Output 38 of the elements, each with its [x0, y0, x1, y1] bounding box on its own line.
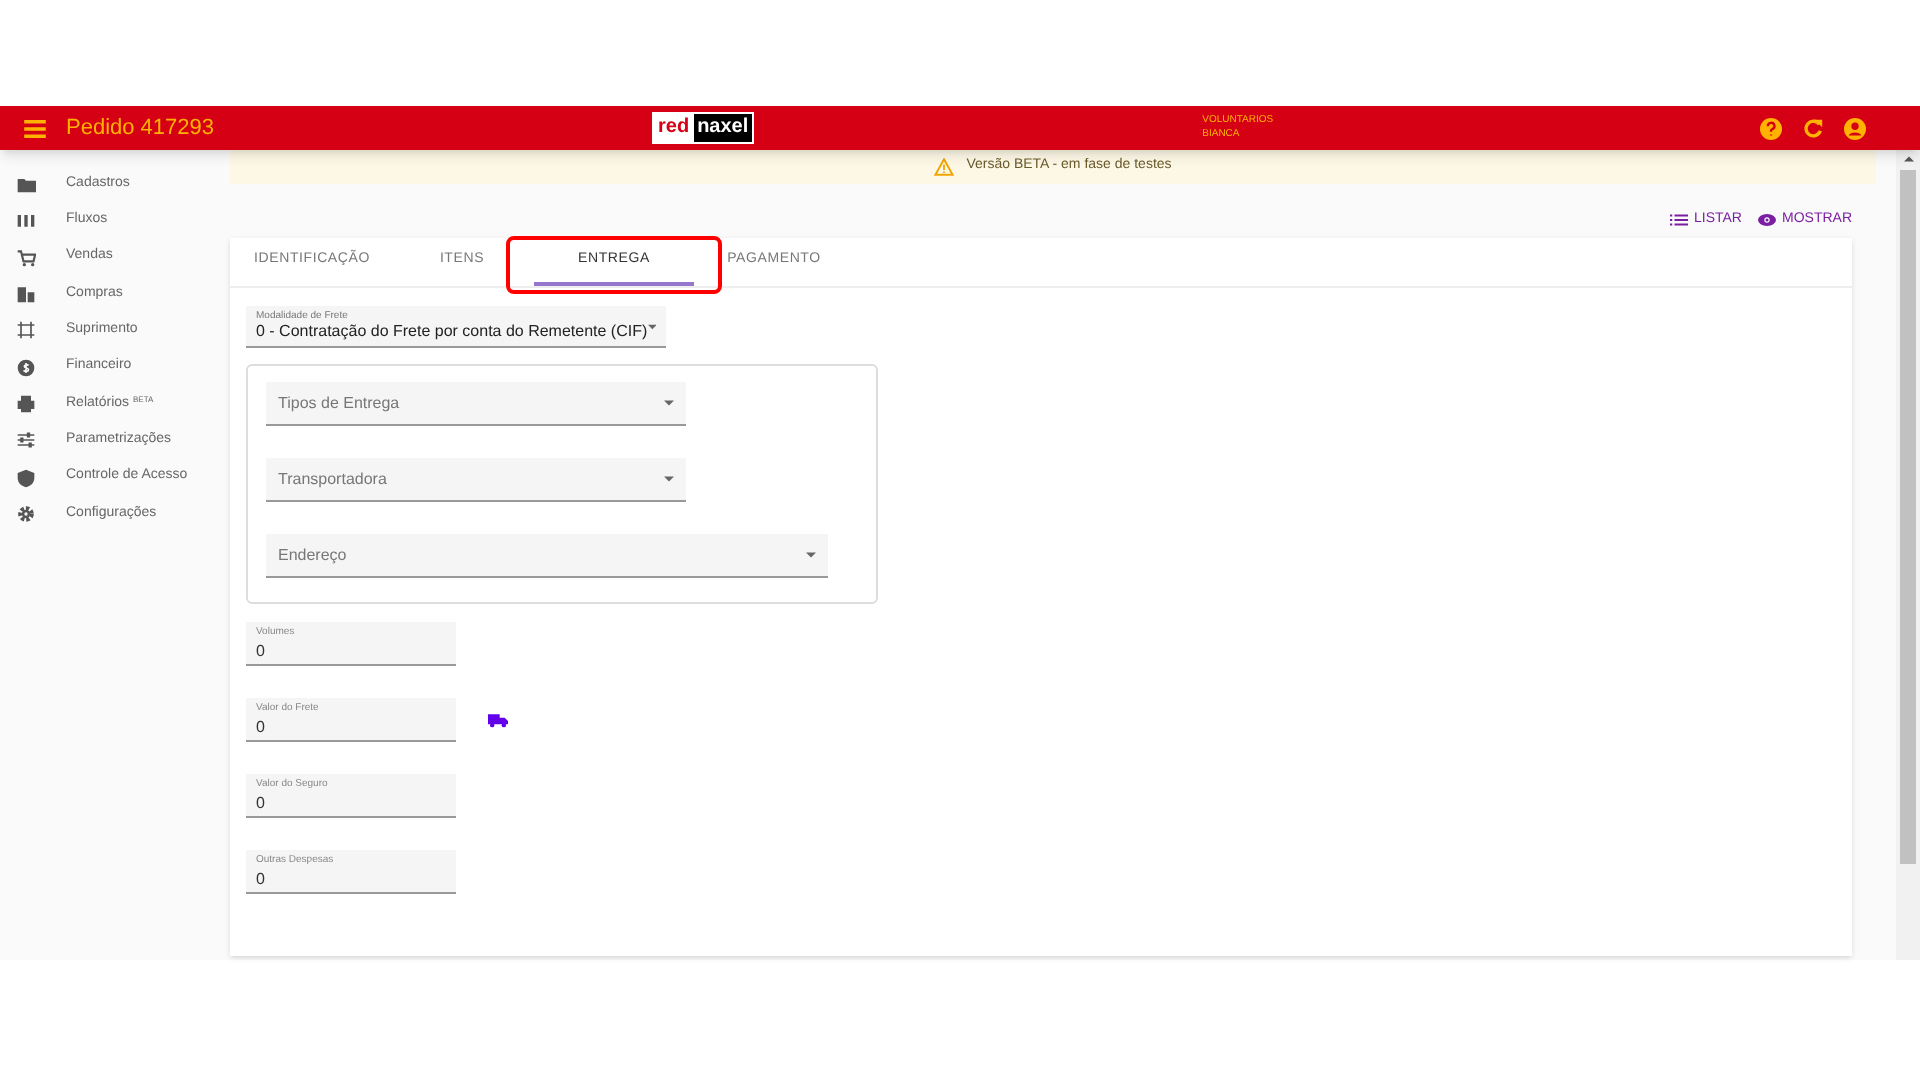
cart-icon — [16, 247, 36, 268]
field-placeholder: Endereço — [278, 543, 347, 567]
menu-icon[interactable] — [24, 119, 46, 137]
buildings-icon — [16, 284, 36, 305]
shield-icon — [16, 467, 36, 488]
field-value: 0 — [256, 868, 267, 890]
printer-icon — [16, 393, 36, 414]
field-value: 0 — [256, 640, 267, 662]
select-field[interactable]: Tipos de Entrega — [266, 382, 686, 426]
list-icon — [1670, 214, 1688, 226]
field-value: 0 — [256, 716, 267, 738]
field-placeholder: Transportadora — [278, 467, 387, 491]
truck-icon[interactable] — [488, 713, 508, 727]
select-field[interactable]: Transportadora — [266, 458, 686, 502]
settings-icon — [16, 503, 36, 524]
dropdown-arrow-icon — [806, 552, 816, 558]
help-icon[interactable] — [1760, 117, 1782, 139]
folder-icon — [16, 174, 36, 195]
select-field[interactable]: Endereço — [266, 534, 828, 578]
sliders-icon — [16, 430, 36, 451]
dollar-coin-icon — [16, 357, 36, 378]
dropdown-arrow-icon — [664, 476, 674, 482]
account-icon[interactable] — [1844, 117, 1866, 139]
eye-icon — [1758, 214, 1776, 226]
dropdown-arrow-icon — [664, 400, 674, 406]
field-value: 0 - Contratação do Frete por conta do Remetente (CIF) — [256, 322, 648, 342]
brand-logo: red naxel — [652, 112, 755, 144]
columns-icon — [16, 210, 36, 231]
scrollbar-thumb[interactable] — [1900, 170, 1916, 864]
field-value: 0 — [256, 792, 267, 814]
refresh-icon[interactable] — [1802, 117, 1824, 139]
field-placeholder: Tipos de Entrega — [278, 391, 400, 415]
dropdown-arrow-icon — [647, 324, 656, 330]
warning-icon — [934, 158, 955, 176]
page-title: Pedido 417293 — [66, 113, 217, 144]
frame-icon — [16, 320, 36, 341]
scroll-up-arrow-icon[interactable] — [1903, 156, 1913, 162]
scrollbar[interactable] — [1896, 150, 1920, 960]
